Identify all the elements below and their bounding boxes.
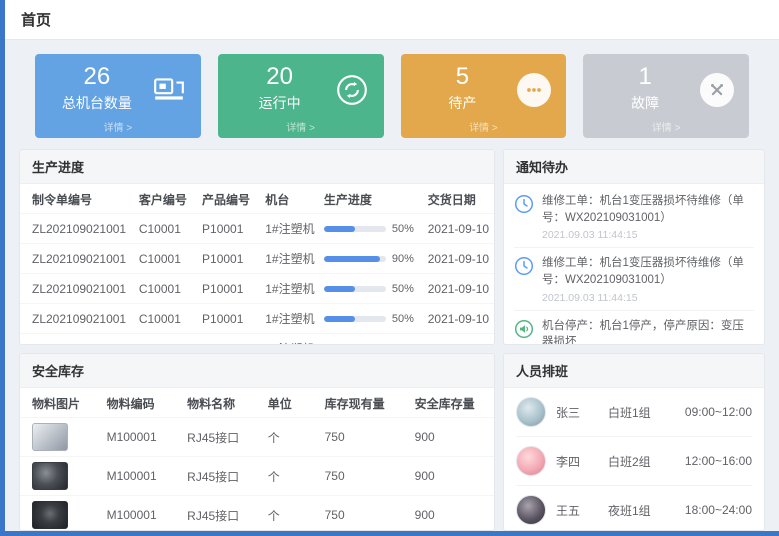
avatar	[516, 397, 546, 427]
table-row: M100001 RJ45接口 个 750 900	[20, 457, 494, 496]
notice-item[interactable]: 机台停产：机台1停产，停产原因：变压器损坏 2021.09.03 11:44:1…	[514, 311, 754, 344]
panel-title: 通知待办	[504, 150, 764, 184]
staff-shift: 白班1组	[608, 404, 675, 421]
top-bar: 首页	[5, 0, 779, 40]
panel-title: 生产进度	[20, 150, 494, 184]
avatar	[516, 446, 546, 476]
staff-name: 李四	[556, 453, 598, 470]
table-row: ZL202109021001 C10001 P10001 1#注塑机 50% 2…	[20, 274, 494, 304]
progress-percent: 90%	[392, 253, 414, 265]
machine-icon	[151, 72, 187, 108]
stat-cards: 26 总机台数量 详情 > 20 运行中 详情 > 5 待产	[5, 40, 779, 149]
panel-title: 安全库存	[20, 354, 494, 388]
notice-text: 维修工单：机台1变压器损坏待维修（单号：WX202109031001）	[542, 193, 754, 226]
production-table: 制令单编号 客户编号 产品编号 机台 生产进度 交货日期 ZL202109021…	[20, 184, 494, 344]
progress-bar	[324, 226, 386, 232]
stat-card-waiting[interactable]: 5 待产 详情 >	[401, 54, 567, 138]
production-progress-panel: 生产进度 制令单编号 客户编号 产品编号 机台 生产进度 交货日期	[19, 149, 495, 345]
progress-percent: 50%	[392, 313, 414, 325]
notice-text: 维修工单：机台1变压器损坏待维修（单号：WX202109031001）	[542, 255, 754, 288]
stat-card-fault[interactable]: 1 故障 详情 >	[583, 54, 749, 138]
stat-label: 待产	[409, 93, 517, 113]
stat-detail-link[interactable]: 详情 >	[401, 119, 567, 134]
table-row: M100001 RJ45接口 个 750 900	[20, 418, 494, 457]
stat-card-total-machines[interactable]: 26 总机台数量 详情 >	[35, 54, 201, 138]
running-icon	[334, 72, 370, 108]
stat-detail-link[interactable]: 详情 >	[583, 119, 749, 134]
progress-percent: 50%	[392, 223, 414, 235]
staff-row: 王五 夜班1组 18:00~24:00	[516, 486, 752, 530]
stat-value: 5	[409, 63, 517, 91]
stat-label: 运行中	[226, 93, 334, 113]
stat-value: 20	[226, 63, 334, 91]
material-image	[32, 462, 68, 490]
tools-icon	[700, 73, 734, 107]
ellipsis-icon	[517, 73, 551, 107]
progress-bar	[324, 316, 386, 322]
staff-row: 李四 白班2组 12:00~16:00	[516, 437, 752, 486]
table-row: ZL202109021001 C10001 P10001 1#注塑机 50% 2…	[20, 214, 494, 244]
dashboard-page: 首页 26 总机台数量 详情 > 20 运行中 详情 >	[0, 0, 779, 536]
stat-detail-link[interactable]: 详情 >	[35, 119, 201, 134]
main-grid: 生产进度 制令单编号 客户编号 产品编号 机台 生产进度 交货日期	[5, 149, 779, 536]
notifications-panel: 通知待办 维修工单：机台1变压器损坏待维修（单号：WX202109031001）…	[503, 149, 765, 345]
staff-time: 18:00~24:00	[685, 503, 752, 517]
avatar	[516, 495, 546, 525]
staff-time: 09:00~12:00	[685, 405, 752, 419]
stat-card-running[interactable]: 20 运行中 详情 >	[218, 54, 384, 138]
table-header-row: 制令单编号 客户编号 产品编号 机台 生产进度 交货日期	[20, 184, 494, 214]
staff-shift: 夜班1组	[608, 502, 675, 519]
progress-bar	[324, 256, 386, 262]
staff-time: 12:00~16:00	[685, 454, 752, 468]
table-row: ZL202109021001 C10001 P10001 1#注塑机 50% 2…	[20, 334, 494, 345]
progress-percent: 50%	[392, 283, 414, 295]
notice-item[interactable]: 维修工单：机台1变压器损坏待维修（单号：WX202109031001） 2021…	[514, 248, 754, 310]
material-image	[32, 423, 68, 451]
safety-inventory-panel: 安全库存 物料图片 物料编码 物料名称 单位 库存现有量 安全库存量	[19, 353, 495, 531]
clock-icon	[514, 194, 534, 214]
notice-item[interactable]: 维修工单：机台1变压器损坏待维修（单号：WX202109031001） 2021…	[514, 186, 754, 248]
table-row: ZL202109021001 C10001 P10001 1#注塑机 90% 2…	[20, 244, 494, 274]
notice-text: 机台停产：机台1停产，停产原因：变压器损坏	[542, 318, 754, 344]
staff-row: 张三 白班1组 09:00~12:00	[516, 388, 752, 437]
table-row: M100001 RJ45接口 个 750 900	[20, 496, 494, 531]
progress-percent: 50%	[392, 343, 414, 345]
material-image	[32, 501, 68, 529]
inventory-table: 物料图片 物料编码 物料名称 单位 库存现有量 安全库存量 M100001 R	[20, 388, 494, 530]
staff-shift: 白班2组	[608, 453, 675, 470]
stat-label: 总机台数量	[43, 93, 151, 113]
staff-schedule-panel: 人员排班 张三 白班1组 09:00~12:00 李四 白班2组 12:00~1…	[503, 353, 765, 531]
page-title: 首页	[21, 9, 51, 30]
stat-label: 故障	[591, 93, 699, 113]
staff-name: 张三	[556, 404, 598, 421]
notice-time: 2021.09.03 11:44:15	[542, 292, 754, 304]
table-row: ZL202109021001 C10001 P10001 1#注塑机 50% 2…	[20, 304, 494, 334]
clock-icon	[514, 256, 534, 276]
notice-time: 2021.09.03 11:44:15	[542, 229, 754, 241]
table-header-row: 物料图片 物料编码 物料名称 单位 库存现有量 安全库存量	[20, 388, 494, 418]
panel-title: 人员排班	[504, 354, 764, 388]
stat-value: 1	[591, 63, 699, 91]
stat-detail-link[interactable]: 详情 >	[218, 119, 384, 134]
stat-value: 26	[43, 63, 151, 91]
staff-name: 王五	[556, 502, 598, 519]
progress-bar	[324, 286, 386, 292]
speaker-icon	[514, 319, 534, 339]
